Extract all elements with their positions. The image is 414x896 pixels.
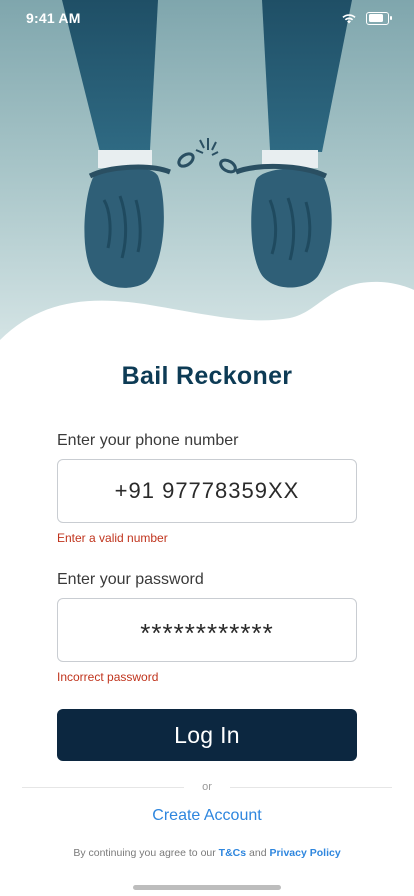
battery-icon <box>366 11 392 25</box>
phone-input[interactable]: +91 97778359XX <box>57 459 357 523</box>
tnc-link[interactable]: T&Cs <box>219 847 246 859</box>
login-button[interactable]: Log In <box>57 709 357 761</box>
divider-right <box>230 787 392 788</box>
password-input-value: ************ <box>140 617 274 648</box>
phone-input-value: +91 97778359XX <box>114 478 300 503</box>
home-indicator[interactable] <box>133 885 281 890</box>
terms-text: By continuing you agree to our T&Cs and … <box>0 847 414 859</box>
privacy-policy-link[interactable]: Privacy Policy <box>269 847 340 859</box>
phone-label: Enter your phone number <box>57 432 239 449</box>
password-error: Incorrect password <box>57 670 159 684</box>
password-input[interactable]: ************ <box>57 598 357 662</box>
hero-illustration <box>0 0 414 350</box>
status-time: 9:41 AM <box>26 10 81 26</box>
password-label: Enter your password <box>57 571 204 588</box>
status-bar: 9:41 AM <box>0 0 414 40</box>
create-account-link[interactable]: Create Account <box>0 807 414 825</box>
app-title: Bail Reckoner <box>121 362 293 390</box>
terms-prefix: By continuing you agree to our <box>73 847 219 859</box>
phone-error: Enter a valid number <box>57 531 168 545</box>
terms-and: and <box>246 847 270 859</box>
wifi-icon <box>342 14 356 24</box>
status-icons <box>340 11 392 25</box>
